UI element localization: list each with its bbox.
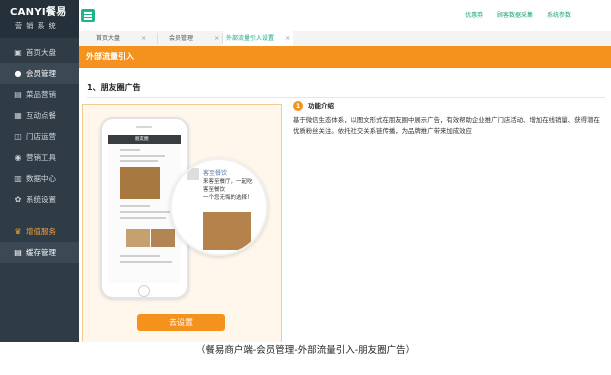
sidebar-item[interactable]: ♛ 增值服务: [0, 221, 79, 242]
chat-icon: ◉: [14, 153, 22, 162]
feature-description: 基于微信生态体系，以图文形式在朋友圈中展示广告，有效帮助企业推广门店活动、增加在…: [293, 116, 600, 135]
sidebar-item[interactable]: ▤ 菜品营销: [0, 84, 79, 105]
phone-title: 朋友圈: [135, 137, 149, 142]
sidebar-item[interactable]: ◫ 门店运营: [0, 126, 79, 147]
page-header: 外部流量引入: [79, 46, 611, 68]
ad-copy: 来客至餐厅，一起吃 客至餐饮 一个您无悔的选择！: [203, 178, 253, 202]
tab-home[interactable]: 首页大盘 ×: [85, 31, 149, 46]
close-icon[interactable]: ×: [285, 31, 290, 46]
post-photo: [126, 229, 150, 247]
ad-copy-line: 客至餐饮: [203, 187, 226, 193]
page-title: 外部流量引入: [86, 52, 134, 61]
gear-icon: ✿: [14, 195, 22, 204]
ad-copy-line: 一个您无悔的选择！: [203, 195, 253, 201]
sidebar-item-label: 数据中心: [26, 174, 56, 183]
system-params-link[interactable]: 系统参数: [547, 12, 571, 19]
sidebar-item-label: 缓存管理: [26, 248, 56, 257]
ad-account-name: 客至餐饮: [203, 170, 228, 177]
tab-label: 会员管理: [169, 35, 194, 42]
sidebar-item[interactable]: ▣ 首页大盘: [0, 42, 79, 63]
phone-home-button: [138, 285, 150, 297]
divider: [87, 97, 605, 98]
sidebar-item[interactable]: ▥ 数据中心: [0, 168, 79, 189]
logo: CANYI餐易 营 销 系 统: [0, 0, 79, 38]
user-icon: ●: [14, 69, 22, 78]
menu-icon: ▤: [14, 90, 22, 99]
sidebar-item[interactable]: ◉ 营销工具: [0, 147, 79, 168]
sidebar-item[interactable]: ▤ 缓存管理: [0, 242, 79, 263]
menu-toggle-icon[interactable]: [81, 9, 95, 22]
tab-label: 首页大盘: [96, 35, 121, 42]
ad-photo: [120, 167, 160, 199]
logo-subtitle: 营 销 系 统: [15, 22, 57, 30]
tab-external-traffic[interactable]: 外部流量引入设置 ×: [223, 31, 293, 46]
sidebar-item-label: 营销工具: [26, 153, 56, 162]
ad-copy-line: 来客至餐厅，一起吃: [203, 179, 253, 185]
phone-speaker: [136, 126, 152, 128]
sidebar-item[interactable]: ▦ 互动点餐: [0, 105, 79, 126]
info-icon: 1: [293, 101, 303, 111]
customer-data-link[interactable]: 顾客数据采集: [497, 12, 533, 19]
avatar: [187, 168, 199, 180]
sidebar-item-label: 门店运营: [26, 132, 56, 141]
ad-image: [203, 212, 251, 250]
close-icon[interactable]: ×: [141, 31, 146, 46]
section-title: 1、朋友圈广告: [87, 83, 141, 92]
home-icon: ▣: [14, 48, 22, 57]
go-setup-button[interactable]: 去设置: [137, 314, 225, 331]
sidebar-item-label: 系统设置: [26, 195, 56, 204]
sidebar-item[interactable]: ✿ 系统设置: [0, 189, 79, 210]
top-links: 优惠券 顾客数据采集 系统参数: [453, 10, 571, 19]
sidebar-item-label: 增值服务: [26, 227, 56, 236]
post-photo: [151, 229, 175, 247]
sidebar-item-label: 互动点餐: [26, 111, 56, 120]
crown-icon: ♛: [14, 227, 22, 236]
close-icon[interactable]: ×: [214, 31, 219, 46]
sidebar-item[interactable]: ● 会员管理: [0, 63, 79, 84]
sidebar-item-label: 菜品营销: [26, 90, 56, 99]
phone-status-bar: 朋友圈: [108, 135, 181, 144]
top-bar: 优惠券 顾客数据采集 系统参数: [79, 0, 611, 31]
sidebar-item-label: 会员管理: [26, 69, 56, 78]
sidebar: CANYI餐易 营 销 系 统 ▣ 首页大盘 ● 会员管理 ▤ 菜品营销 ▦ 互动点餐 ◫ 门店运…: [0, 0, 79, 342]
sidebar-item-label: 首页大盘: [26, 48, 56, 57]
image-caption: （餐易商户端-会员管理-外部流量引入-朋友圈广告）: [195, 345, 416, 356]
tab-label: 外部流量引入设置: [226, 35, 275, 42]
feature-title: 功能介绍: [308, 102, 334, 110]
app-window: CANYI餐易 营 销 系 统 ▣ 首页大盘 ● 会员管理 ▤ 菜品营销 ▦ 互动点餐 ◫ 门店运…: [0, 0, 611, 342]
ad-zoom-circle: 客至餐饮 来客至餐厅，一起吃 客至餐饮 一个您无悔的选择！: [170, 158, 268, 256]
tab-bar: 首页大盘 × 会员管理 × 外部流量引入设置 ×: [79, 31, 611, 47]
coupon-link[interactable]: 优惠券: [465, 12, 483, 19]
interact-icon: ▦: [14, 111, 22, 120]
tab-member[interactable]: 会员管理 ×: [158, 31, 222, 46]
data-icon: ▥: [14, 174, 22, 183]
store-icon: ◫: [14, 132, 22, 141]
logo-title: CANYI餐易: [10, 7, 67, 18]
save-icon: ▤: [14, 248, 22, 257]
